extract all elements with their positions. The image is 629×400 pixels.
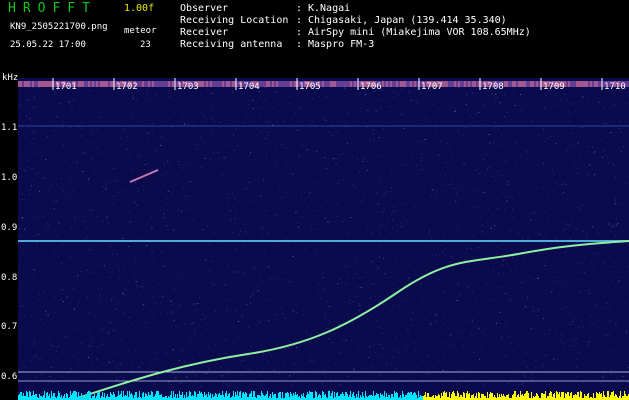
y-tick-label: 0.9 (1, 223, 18, 233)
time-marker-label: 1706 (360, 82, 382, 92)
time-marker-label: 1704 (238, 82, 260, 92)
time-marker-label: 1703 (177, 82, 199, 92)
separator: : (296, 3, 303, 14)
separator: : (296, 27, 303, 38)
antenna-value: Maspro FM-3 (308, 39, 375, 50)
time-marker-label: 1710 (604, 82, 626, 92)
y-tick-label: 0.8 (1, 273, 18, 283)
antenna-label: Receiving antenna (180, 39, 283, 50)
receiver-value: AirSpy mini (Miakejima VOR 108.65MHz) (308, 27, 531, 38)
receiver-label: Receiver (180, 27, 229, 38)
location-label: Receiving Location (180, 15, 289, 26)
time-marker-label: 1702 (116, 82, 138, 92)
y-tick-label: 1.0 (1, 173, 18, 183)
meteor-label: meteor (124, 26, 157, 36)
time-marker-label: 1701 (55, 82, 77, 92)
y-tick-label: 0.6 (1, 372, 18, 382)
y-tick-label: 1.1 (1, 123, 18, 133)
observer-value: K.Nagai (308, 3, 351, 14)
location-value: Chigasaki, Japan (139.414 35.340) (308, 15, 507, 26)
separator: : (296, 39, 303, 50)
time-marker-label: 1709 (543, 82, 565, 92)
time-marker-label: 1708 (482, 82, 504, 92)
spectrogram-plot: 1701 1702 1703 1704 1705 1706 1707 1708 1709 1710 (18, 78, 629, 400)
time-marker-label: 1707 (421, 82, 443, 92)
y-tick-label: 0.7 (1, 322, 18, 332)
app-version: 1.00f (124, 3, 155, 14)
meteor-count: 23 (140, 40, 151, 50)
file-name: KN9_2505221700.png (10, 22, 108, 32)
y-axis-unit: kHz (2, 73, 19, 83)
separator: : (296, 15, 303, 26)
time-marker-label: 1705 (299, 82, 321, 92)
top-marker-strip (18, 81, 629, 87)
observer-label: Observer (180, 3, 229, 14)
timestamp: 25.05.22 17:00 (10, 40, 86, 50)
header-panel: HROFFT 1.00f KN9_2505221700.png meteor 2… (0, 0, 629, 78)
app-title: HROFFT (8, 1, 97, 16)
